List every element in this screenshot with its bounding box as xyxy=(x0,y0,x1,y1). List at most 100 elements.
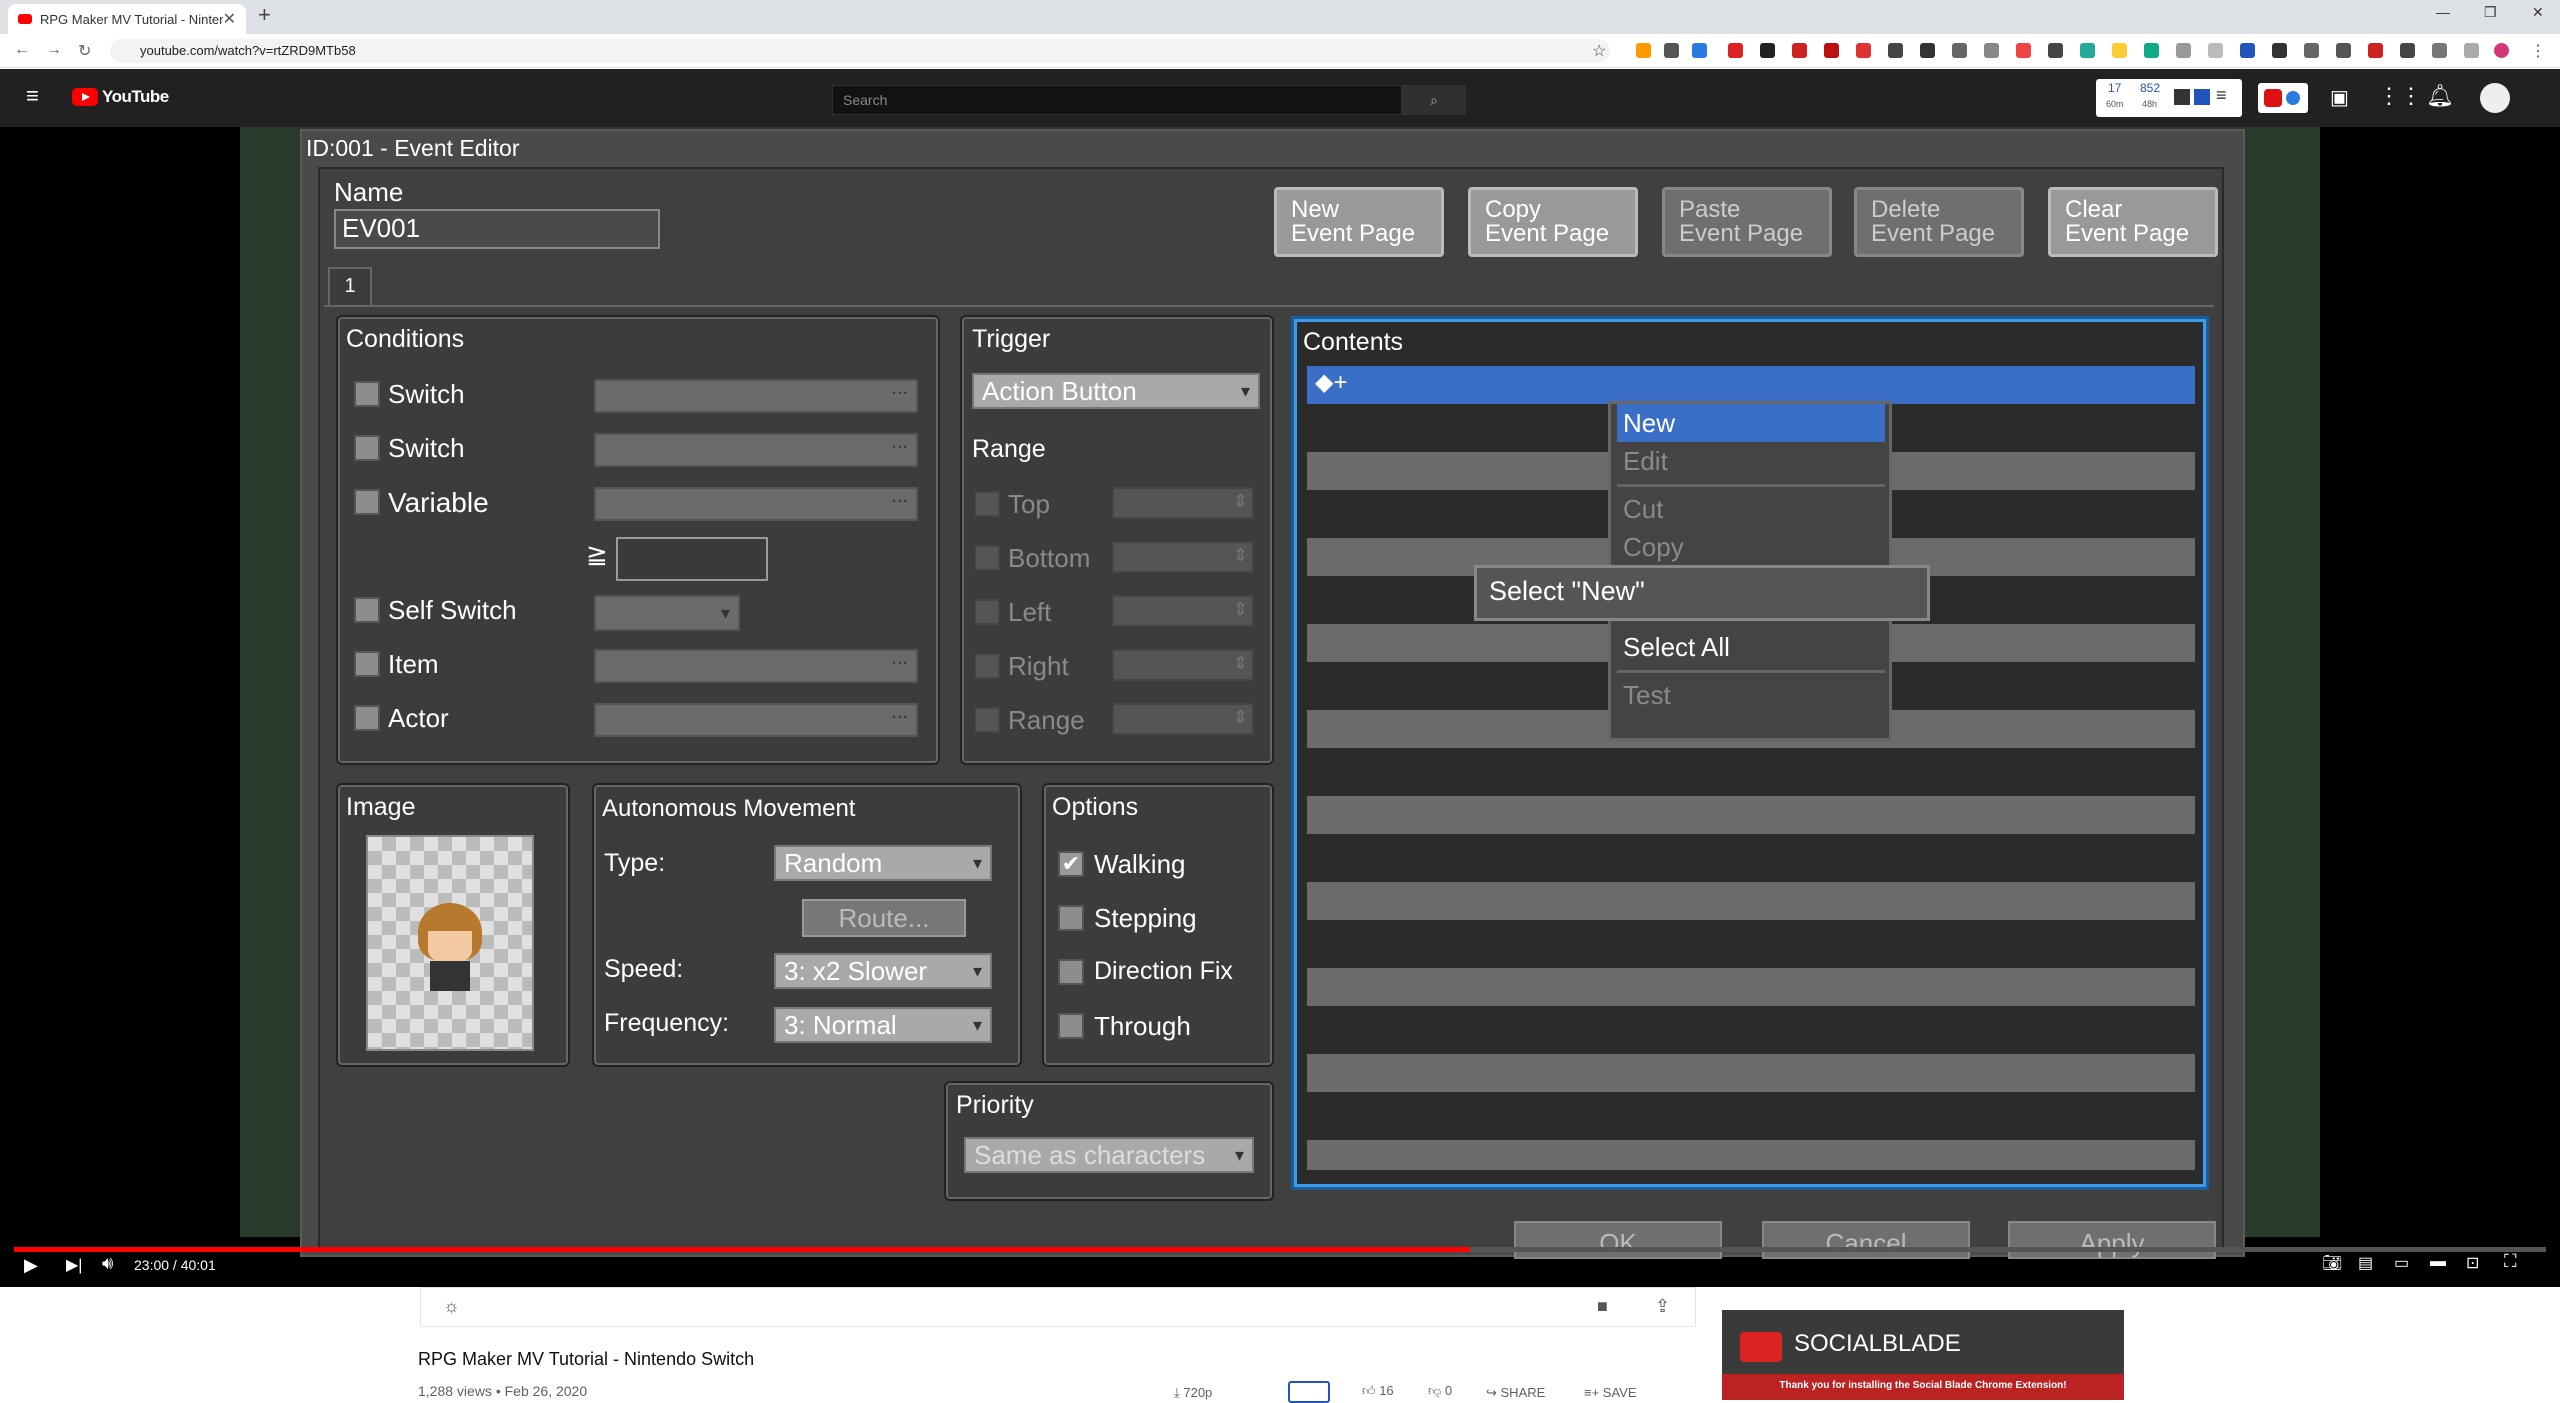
clear-event-page-button[interactable]: Clear Event Page xyxy=(2048,187,2218,257)
bookmark-star-icon[interactable]: ☆ xyxy=(1592,41,1606,61)
actor-field[interactable] xyxy=(594,701,918,737)
extension-icon[interactable] xyxy=(1728,43,1743,58)
extension-icon[interactable] xyxy=(2016,43,2031,58)
extension-icon[interactable] xyxy=(2304,43,2319,58)
profile-avatar-icon[interactable] xyxy=(2494,43,2509,58)
menu-item-new[interactable]: New xyxy=(1617,404,1885,442)
new-tab-button[interactable]: + xyxy=(258,2,271,28)
search-input[interactable]: Search xyxy=(832,85,1402,115)
actor-checkbox[interactable] xyxy=(354,705,380,731)
extension-icon[interactable] xyxy=(2368,43,2383,58)
switch1-field[interactable] xyxy=(594,377,918,413)
next-video-icon[interactable]: ▶| xyxy=(66,1255,82,1275)
media-icon[interactable] xyxy=(2464,43,2479,58)
range-bottom-checkbox[interactable] xyxy=(974,545,1000,571)
range-left-checkbox[interactable] xyxy=(974,599,1000,625)
character-image-preview[interactable] xyxy=(366,835,534,1051)
copy-event-page-button[interactable]: Copy Event Page xyxy=(1468,187,1638,257)
movement-type-select[interactable]: Random xyxy=(774,845,992,881)
delete-event-page-button[interactable]: Delete Event Page xyxy=(1854,187,2024,257)
forward-icon[interactable]: → xyxy=(46,41,62,59)
camera-icon[interactable]: ■ xyxy=(1597,1296,1608,1317)
item-field[interactable] xyxy=(594,647,918,683)
contents-row-selected[interactable]: ◆+ xyxy=(1307,366,2195,404)
browser-tab[interactable]: RPG Maker MV Tutorial - Nintendo ✕ xyxy=(8,4,246,34)
account-avatar[interactable] xyxy=(2480,83,2510,113)
extension-icon[interactable] xyxy=(1952,43,1967,58)
quality-label[interactable]: ⤓ 720p xyxy=(1174,1385,1212,1401)
save-button[interactable]: ≡+ SAVE xyxy=(1584,1385,1637,1400)
paste-event-page-button[interactable]: Paste Event Page xyxy=(1662,187,1832,257)
minimize-icon[interactable]: — xyxy=(2436,4,2450,20)
switch2-checkbox[interactable] xyxy=(354,435,380,461)
range-right-spinner[interactable] xyxy=(1112,649,1254,681)
extension-icon[interactable] xyxy=(1692,43,1707,58)
switch1-checkbox[interactable] xyxy=(354,381,380,407)
volume-icon[interactable]: 🔊︎ xyxy=(102,1253,113,1274)
self-switch-checkbox[interactable] xyxy=(354,597,380,623)
extension-icon[interactable] xyxy=(1824,43,1839,58)
range-right-checkbox[interactable] xyxy=(974,653,1000,679)
menu-item-test[interactable]: Test xyxy=(1617,676,1885,714)
contents-row[interactable] xyxy=(1307,968,2195,1006)
range-top-spinner[interactable] xyxy=(1112,487,1254,519)
socialblade-banner[interactable]: SOCIALBLADE Thank you for installing the… xyxy=(1722,1310,2124,1400)
contents-row[interactable] xyxy=(1307,1054,2195,1092)
direction-fix-checkbox[interactable] xyxy=(1058,959,1084,985)
search-button[interactable]: ⌕ xyxy=(1402,85,1466,115)
reload-icon[interactable]: ↻ xyxy=(78,41,91,61)
window-close-icon[interactable]: ✕ xyxy=(2532,4,2544,21)
contents-row[interactable] xyxy=(1307,796,2195,834)
fullscreen-icon[interactable]: ⛶ xyxy=(2504,1251,2517,1272)
route-button[interactable]: Route... xyxy=(802,899,966,937)
contents-row[interactable] xyxy=(1307,882,2195,920)
extension-badge[interactable] xyxy=(2258,83,2308,113)
extension-icon[interactable] xyxy=(2112,43,2127,58)
tab-page-1[interactable]: 1 xyxy=(328,267,372,305)
contents-row[interactable] xyxy=(1307,1140,2195,1170)
create-video-icon[interactable]: ▣ xyxy=(2330,85,2349,110)
puzzle-icon[interactable] xyxy=(2400,43,2415,58)
screenshot-icon[interactable]: 📷︎ xyxy=(2322,1253,2342,1273)
speed-select[interactable]: 3: x2 Slower xyxy=(774,953,992,989)
walking-checkbox[interactable]: ✔ xyxy=(1058,851,1084,877)
share-out-icon[interactable]: ⇪ xyxy=(1655,1296,1670,1317)
range-range-spinner[interactable] xyxy=(1112,703,1254,735)
item-checkbox[interactable] xyxy=(354,651,380,677)
menu-item-select-all[interactable]: Select All xyxy=(1617,628,1885,666)
extension-icon[interactable] xyxy=(2144,43,2159,58)
extension-icon[interactable] xyxy=(2080,43,2095,58)
trigger-select[interactable]: Action Button xyxy=(972,373,1260,409)
new-event-page-button[interactable]: New Event Page xyxy=(1274,187,1444,257)
notifications-bell-icon[interactable]: 🔔︎ xyxy=(2426,83,2454,109)
miniplayer-icon[interactable]: ▭ xyxy=(2394,1253,2409,1273)
self-switch-select[interactable] xyxy=(594,595,740,631)
extension-icon[interactable] xyxy=(2176,43,2191,58)
extension-icon[interactable] xyxy=(1888,43,1903,58)
theater-mode-icon[interactable]: ▬ xyxy=(2430,1253,2446,1271)
extension-icon[interactable] xyxy=(1664,43,1679,58)
back-icon[interactable]: ← xyxy=(14,41,30,59)
menu-item-copy[interactable]: Copy xyxy=(1617,528,1885,566)
range-left-spinner[interactable] xyxy=(1112,595,1254,627)
extension-icon[interactable] xyxy=(1856,43,1871,58)
extension-icon[interactable] xyxy=(2272,43,2287,58)
extension-icon[interactable] xyxy=(1636,43,1651,58)
range-range-checkbox[interactable] xyxy=(974,707,1000,733)
extension-icon[interactable] xyxy=(1792,43,1807,58)
dislike-button[interactable]: 👎︎ 0 xyxy=(1428,1383,1452,1399)
close-tab-icon[interactable]: ✕ xyxy=(223,9,236,29)
through-checkbox[interactable] xyxy=(1058,1013,1084,1039)
cast-icon[interactable] xyxy=(2432,43,2447,58)
stepping-checkbox[interactable] xyxy=(1058,905,1084,931)
extension-icon[interactable] xyxy=(2336,43,2351,58)
extension-icon[interactable] xyxy=(2208,43,2223,58)
menu-item-cut[interactable]: Cut xyxy=(1617,490,1885,528)
extension-icon[interactable] xyxy=(1760,43,1775,58)
url-field[interactable]: youtube.com/watch?v=rtZRD9MTb58 xyxy=(110,39,1610,63)
variable-value-field[interactable] xyxy=(616,537,768,581)
like-button[interactable]: 👍︎ 16 xyxy=(1362,1383,1394,1399)
variable-checkbox[interactable] xyxy=(354,489,380,515)
video-player[interactable]: ID:001 - Event Editor Name EV001 New Even… xyxy=(0,127,2560,1287)
hamburger-menu-icon[interactable]: ≡ xyxy=(26,83,39,109)
